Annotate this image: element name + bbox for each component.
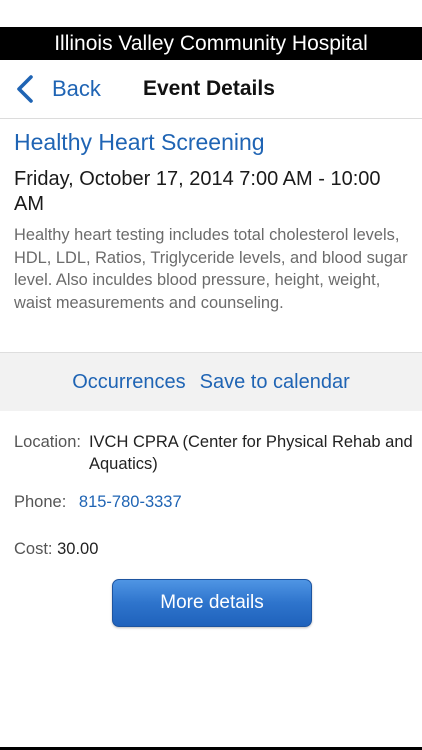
page-title: Event Details — [143, 77, 275, 100]
more-details-button[interactable]: More details — [112, 579, 312, 627]
event-actions-bar: Occurrences Save to calendar — [0, 352, 422, 411]
phone-label: Phone: — [14, 493, 67, 511]
cost-label: Cost: — [14, 540, 53, 558]
cost-value: 30.00 — [57, 540, 99, 558]
event-description: Healthy heart testing includes total cho… — [14, 226, 408, 312]
event-date: Friday, October 17, 2014 7:00 AM - 10:00… — [14, 168, 381, 215]
back-button[interactable]: Back — [14, 60, 101, 118]
save-to-calendar-link[interactable]: Save to calendar — [200, 371, 350, 394]
app-banner: Illinois Valley Community Hospital — [0, 27, 422, 60]
occurrences-link[interactable]: Occurrences — [72, 371, 185, 394]
back-label: Back — [52, 76, 101, 101]
phone-link[interactable]: 815-780-3337 — [79, 493, 182, 511]
location-label: Location: — [14, 433, 81, 451]
chevron-left-icon — [17, 75, 33, 103]
location-row: Location: IVCH CPRA (Center for Physical… — [14, 431, 414, 475]
app-banner-title: Illinois Valley Community Hospital — [54, 32, 368, 55]
phone-row: Phone: 815-780-3337 — [14, 493, 414, 512]
event-summary: Healthy Heart Screening Friday, October … — [0, 119, 422, 314]
location-value: IVCH CPRA (Center for Physical Rehab and… — [88, 433, 413, 473]
nav-bar: Back Event Details — [0, 60, 422, 119]
event-title: Healthy Heart Screening — [14, 129, 265, 155]
cost-row: Cost: 30.00 — [14, 540, 414, 559]
top-spacer — [0, 0, 422, 27]
